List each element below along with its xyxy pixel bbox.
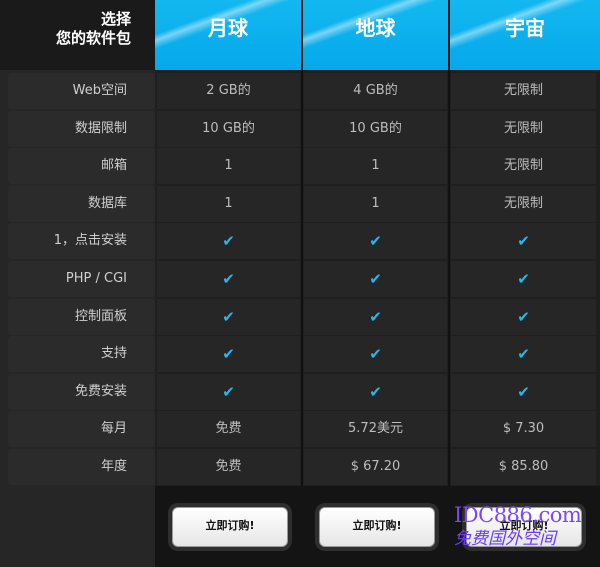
- feature-value: $ 7.30: [451, 411, 596, 448]
- checkmark-icon: ✔: [517, 345, 530, 364]
- checkmark-icon: ✔: [517, 307, 530, 326]
- feature-included: ✔: [304, 298, 447, 335]
- checkmark-icon: ✔: [369, 232, 382, 251]
- checkmark-icon: ✔: [517, 270, 530, 288]
- feature-value: 4 GB的: [304, 73, 447, 109]
- checkmark-icon: ✔: [222, 270, 235, 288]
- watermark-tagline: 免费国外空间: [454, 529, 556, 549]
- feature-included: ✔: [157, 261, 300, 297]
- feature-value: 免费: [157, 449, 300, 485]
- pricing-table: 选择 您的软件包 月球 地球 宇宙 Web空间 2 GB的 4 GB的 无限制 数据限制…: [0, 0, 600, 567]
- table-row: 数据限制 10 GB的 10 GB的 无限制: [0, 110, 600, 148]
- table-row: 免费安装 ✔ ✔ ✔: [0, 373, 600, 411]
- checkmark-icon: ✔: [222, 307, 235, 326]
- feature-included: ✔: [304, 336, 447, 373]
- checkmark-icon: ✔: [369, 345, 382, 364]
- feature-value: 无限制: [451, 73, 596, 109]
- feature-value: 1: [157, 185, 300, 222]
- table-row: 支持 ✔ ✔ ✔: [0, 335, 600, 373]
- feature-value: 5.72美元: [304, 411, 447, 448]
- feature-value: 1: [157, 148, 300, 185]
- feature-included: ✔: [451, 223, 596, 260]
- feature-value: 无限制: [451, 185, 596, 222]
- feature-included: ✔: [304, 223, 447, 260]
- watermark-site: IDC886.com: [454, 503, 582, 527]
- table-row: 数据库 1 1 无限制: [0, 185, 600, 223]
- table-row: 年度 免费 $ 67.20 $ 85.80: [0, 448, 600, 486]
- feature-included: ✔: [304, 261, 447, 297]
- checkmark-icon: ✔: [517, 382, 530, 401]
- checkmark-icon: ✔: [517, 232, 530, 251]
- feature-included: ✔: [451, 373, 596, 410]
- table-row: 每月 免费 5.72美元 $ 7.30: [0, 410, 600, 448]
- table-row: 邮箱 1 1 无限制: [0, 147, 600, 185]
- table-title: 选择 您的软件包: [0, 0, 155, 70]
- checkmark-icon: ✔: [369, 270, 382, 288]
- plan-name: 宇宙: [505, 16, 545, 40]
- plan-name: 地球: [355, 16, 396, 40]
- plan-header-earth: 地球: [303, 0, 450, 70]
- feature-value: 1: [304, 185, 447, 222]
- feature-value: 1: [304, 148, 447, 185]
- feature-value: 无限制: [451, 110, 596, 147]
- title-line-1: 选择: [100, 10, 131, 28]
- feature-label: Web空间: [8, 73, 155, 109]
- checkmark-icon: ✔: [222, 345, 235, 364]
- plan-header-moon: 月球: [155, 0, 303, 70]
- feature-included: ✔: [451, 336, 596, 373]
- checkmark-icon: ✔: [222, 232, 235, 251]
- table-row: 控制面板 ✔ ✔ ✔: [0, 298, 600, 336]
- feature-included: ✔: [157, 336, 300, 373]
- watermark: IDC886.com 免费国外空间: [454, 503, 599, 551]
- feature-value: 10 GB的: [304, 110, 447, 147]
- title-line-2: 您的软件包: [55, 29, 131, 47]
- plan-name: 月球: [208, 16, 248, 40]
- feature-included: ✔: [451, 298, 596, 335]
- feature-included: ✔: [304, 373, 447, 410]
- feature-label: 年度: [8, 449, 155, 485]
- feature-value: $ 67.20: [304, 449, 447, 485]
- checkmark-icon: ✔: [222, 382, 235, 401]
- feature-label: 支持: [8, 336, 155, 373]
- feature-label: 数据限制: [8, 110, 155, 147]
- feature-label: 1，点击安装: [8, 223, 155, 260]
- table-row: PHP / CGI ✔ ✔ ✔: [0, 260, 600, 298]
- feature-label: PHP / CGI: [8, 261, 155, 297]
- feature-value: $ 85.80: [451, 449, 596, 485]
- feature-value: 10 GB的: [157, 110, 300, 147]
- feature-value: 免费: [157, 411, 300, 448]
- plan-header-universe: 宇宙: [450, 0, 600, 70]
- table-row: 1，点击安装 ✔ ✔ ✔: [0, 222, 600, 260]
- table-row: Web空间 2 GB的 4 GB的 无限制: [0, 72, 600, 110]
- feature-label: 每月: [8, 411, 155, 448]
- feature-label: 邮箱: [8, 148, 155, 185]
- feature-included: ✔: [157, 373, 300, 410]
- order-button-earth[interactable]: 立即订购!: [319, 507, 435, 547]
- feature-label: 控制面板: [8, 298, 155, 335]
- feature-included: ✔: [157, 298, 300, 335]
- feature-included: ✔: [451, 261, 596, 297]
- checkmark-icon: ✔: [369, 307, 382, 326]
- order-button-moon[interactable]: 立即订购!: [172, 507, 288, 547]
- feature-value: 无限制: [451, 148, 596, 185]
- feature-label: 免费安装: [8, 373, 155, 410]
- feature-value: 2 GB的: [157, 73, 300, 109]
- feature-label: 数据库: [8, 185, 155, 222]
- checkmark-icon: ✔: [369, 382, 382, 401]
- feature-included: ✔: [157, 223, 300, 260]
